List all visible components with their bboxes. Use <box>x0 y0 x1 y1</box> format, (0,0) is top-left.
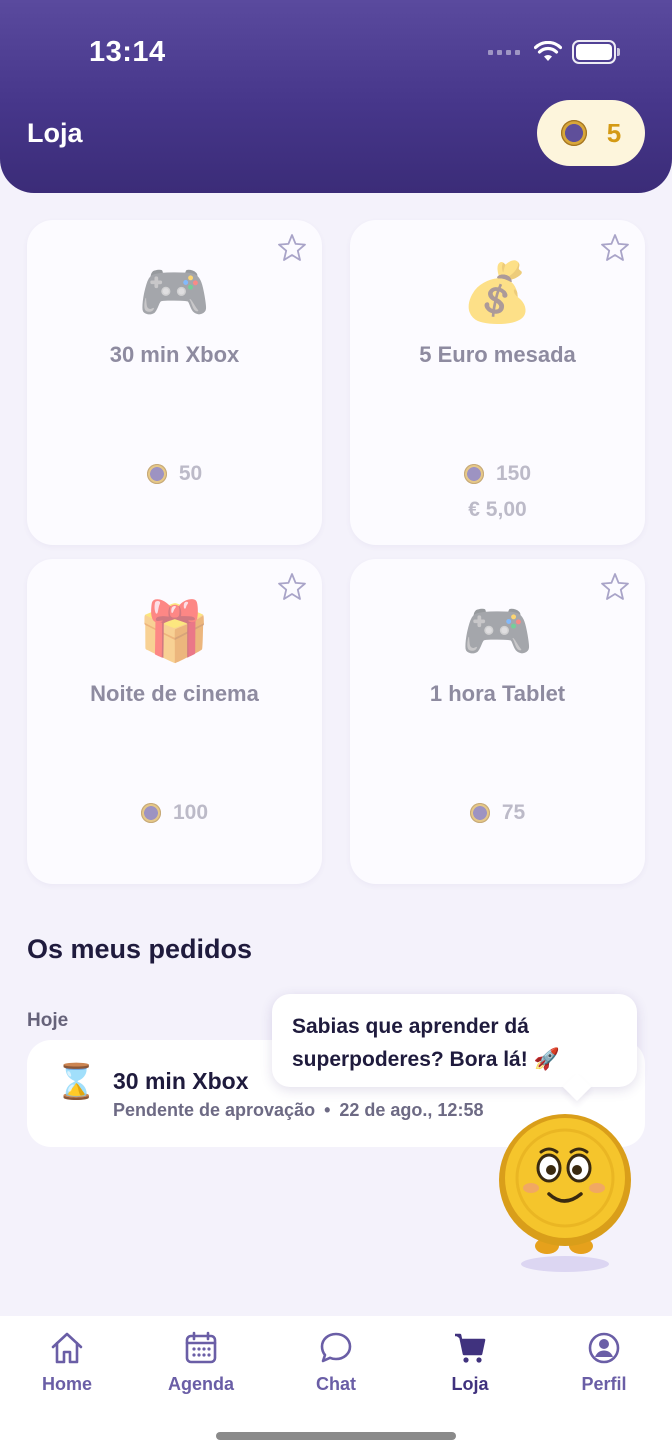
gamepad-icon: 🎮 <box>138 260 211 325</box>
item-price: 100 <box>27 801 322 825</box>
tab-loja[interactable]: Loja <box>415 1330 525 1395</box>
item-title: 1 hora Tablet <box>429 681 566 706</box>
item-price: 50 <box>27 462 322 486</box>
status-time: 13:14 <box>89 36 166 68</box>
tab-label: Loja <box>451 1374 489 1394</box>
page-title: Loja <box>27 118 83 148</box>
coin-icon <box>463 464 484 484</box>
coin-icon <box>469 803 490 823</box>
battery-icon <box>572 40 620 64</box>
item-title: Noite de cinema <box>90 681 259 706</box>
chat-icon <box>320 1332 352 1363</box>
item-title: 5 Euro mesada <box>419 342 576 367</box>
tab-chat[interactable]: Chat <box>281 1330 391 1395</box>
tab-agenda[interactable]: Agenda <box>146 1330 256 1395</box>
coin-balance: 5 <box>606 117 622 148</box>
order-meta: Pendente de aprovação • 22 de ago., 12:58 <box>113 1100 483 1121</box>
shop-item-card[interactable]: 🎮 30 min Xbox 50 <box>27 220 322 545</box>
calendar-icon <box>185 1331 217 1364</box>
signal-icon <box>488 49 520 55</box>
coin-icon <box>140 803 161 823</box>
home-indicator[interactable] <box>216 1432 456 1440</box>
tab-perfil[interactable]: Perfil <box>549 1330 659 1395</box>
wifi-icon <box>534 41 562 61</box>
order-title: 30 min Xbox <box>113 1068 249 1094</box>
tab-label: Agenda <box>167 1374 234 1394</box>
separator-dot: • <box>324 1100 331 1120</box>
home-icon <box>51 1332 83 1364</box>
tab-label: Home <box>41 1374 92 1394</box>
order-date: 22 de ago., 12:58 <box>339 1100 484 1120</box>
item-title: 30 min Xbox <box>109 342 240 367</box>
header: 13:14 Loja 5 <box>0 0 672 193</box>
coin-icon <box>560 120 587 146</box>
order-status: Pendente de aprovação <box>113 1100 316 1120</box>
bubble-line-1: Sabias que aprender dá <box>292 1015 529 1038</box>
item-euro-value: € 5,00 <box>468 498 527 521</box>
orders-section-title: Os meus pedidos <box>27 934 253 964</box>
tab-home[interactable]: Home <box>12 1330 122 1395</box>
coin-icon <box>146 464 167 484</box>
tab-label: Perfil <box>581 1374 627 1394</box>
orders-day-label: Hoje <box>27 1010 69 1031</box>
hourglass-icon: ⌛ <box>55 1063 98 1101</box>
gamepad-icon: 🎮 <box>461 599 534 664</box>
item-price: 150 <box>350 462 645 486</box>
gift-icon: 🎁 <box>138 599 211 664</box>
coin-mascot-icon[interactable] <box>497 1112 633 1277</box>
cart-icon <box>455 1333 486 1363</box>
mascot-speech-bubble[interactable]: Sabias que aprender dá superpoderes? Bor… <box>272 994 637 1087</box>
shop-item-card[interactable]: 🎮 1 hora Tablet 75 <box>350 559 645 884</box>
money-bag-icon: 💰 <box>461 260 534 325</box>
coin-balance-pill[interactable]: 5 <box>537 100 645 166</box>
status-icons <box>488 40 620 64</box>
shop-item-card[interactable]: 💰 5 Euro mesada 150 € 5,00 <box>350 220 645 545</box>
shop-item-card[interactable]: 🎁 Noite de cinema 100 <box>27 559 322 884</box>
bubble-line-2: superpoderes? Bora lá! 🚀 <box>292 1048 560 1071</box>
tab-label: Chat <box>316 1374 356 1394</box>
profile-icon <box>588 1332 620 1364</box>
item-price: 75 <box>350 801 645 825</box>
